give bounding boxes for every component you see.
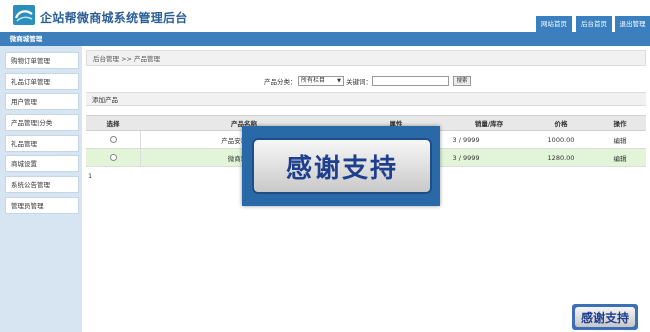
app-title: 企站帮微商城系统管理后台 [40,11,188,25]
sidebar-item-mall-settings[interactable]: 商城设置 [5,155,79,172]
main-nav-bar: 微商城管理 [0,32,650,46]
row-checkbox[interactable] [109,136,117,143]
search-form: 产品分类： 所有栏目 ▼ 关键词： 搜索 [82,76,650,88]
edit-link[interactable]: 编辑 [594,131,646,148]
search-button[interactable]: 搜索 [453,76,471,86]
header: 企站帮微商城系统管理后台 网站首页 后台首页 退出管理 [0,0,650,32]
col-action: 操作 [613,120,627,128]
category-label: 产品分类： [264,78,297,86]
sidebar-item-admins[interactable]: 管理员管理 [5,197,79,214]
col-select: 选择 [106,120,120,128]
keyword-label: 关键词： [346,78,372,86]
site-home-button[interactable]: 网站首页 [536,16,572,32]
row-checkbox[interactable] [109,154,117,161]
breadcrumb: 后台管理 >> 产品管理 [86,50,646,66]
sidebar-item-gift-orders[interactable]: 礼品订单管理 [5,73,79,90]
sidebar-item-announcements[interactable]: 系统公告管理 [5,176,79,193]
add-product-link[interactable]: 添加产品 [86,92,646,106]
sidebar-item-orders[interactable]: 购物订单管理 [5,52,79,69]
sidebar-item-users[interactable]: 用户管理 [5,93,79,110]
category-select-value: 所有栏目 [301,77,326,84]
thanks-badge-text: 感谢支持 [575,307,635,327]
admin-home-button[interactable]: 后台首页 [576,16,612,32]
thanks-overlay: 感谢支持 [242,126,440,206]
chevron-down-icon: ▼ [337,78,341,84]
pagination[interactable]: 1 [88,172,92,180]
product-price: 1000.00 [547,135,575,144]
sidebar-item-products[interactable]: 产品管理|分类 [5,114,79,131]
thanks-overlay-text: 感谢支持 [252,138,432,194]
logo-icon [13,5,35,25]
thanks-badge: 感谢支持 [572,304,638,330]
keyword-input[interactable] [372,76,449,86]
logout-button[interactable]: 退出管理 [615,16,650,32]
nav-tab-micro-mall[interactable]: 微商城管理 [0,32,52,46]
edit-link[interactable]: 编辑 [594,149,646,166]
category-select[interactable]: 所有栏目 ▼ [298,76,344,86]
col-price: 价格 [554,120,568,128]
sidebar-item-gifts[interactable]: 礼品管理 [5,135,79,152]
product-price: 1280.00 [547,153,575,162]
sidebar: 购物订单管理 礼品订单管理 用户管理 产品管理|分类 礼品管理 商城设置 系统公… [0,46,82,332]
